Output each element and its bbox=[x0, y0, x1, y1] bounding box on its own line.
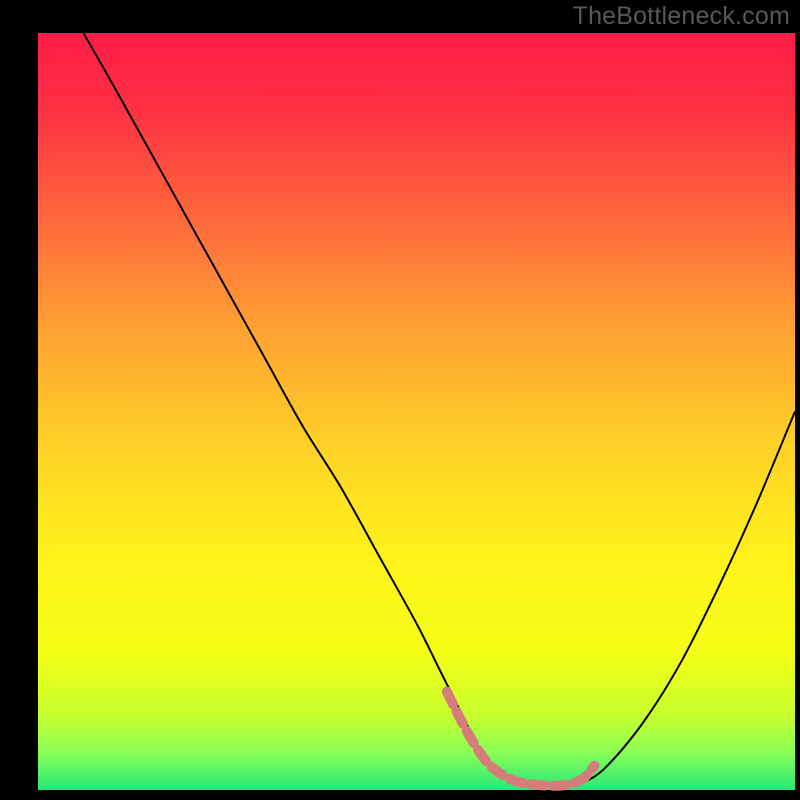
bottleneck-chart bbox=[0, 0, 800, 800]
chart-frame: TheBottleneck.com bbox=[0, 0, 800, 800]
plot-background bbox=[38, 33, 795, 790]
watermark-text: TheBottleneck.com bbox=[573, 2, 790, 31]
